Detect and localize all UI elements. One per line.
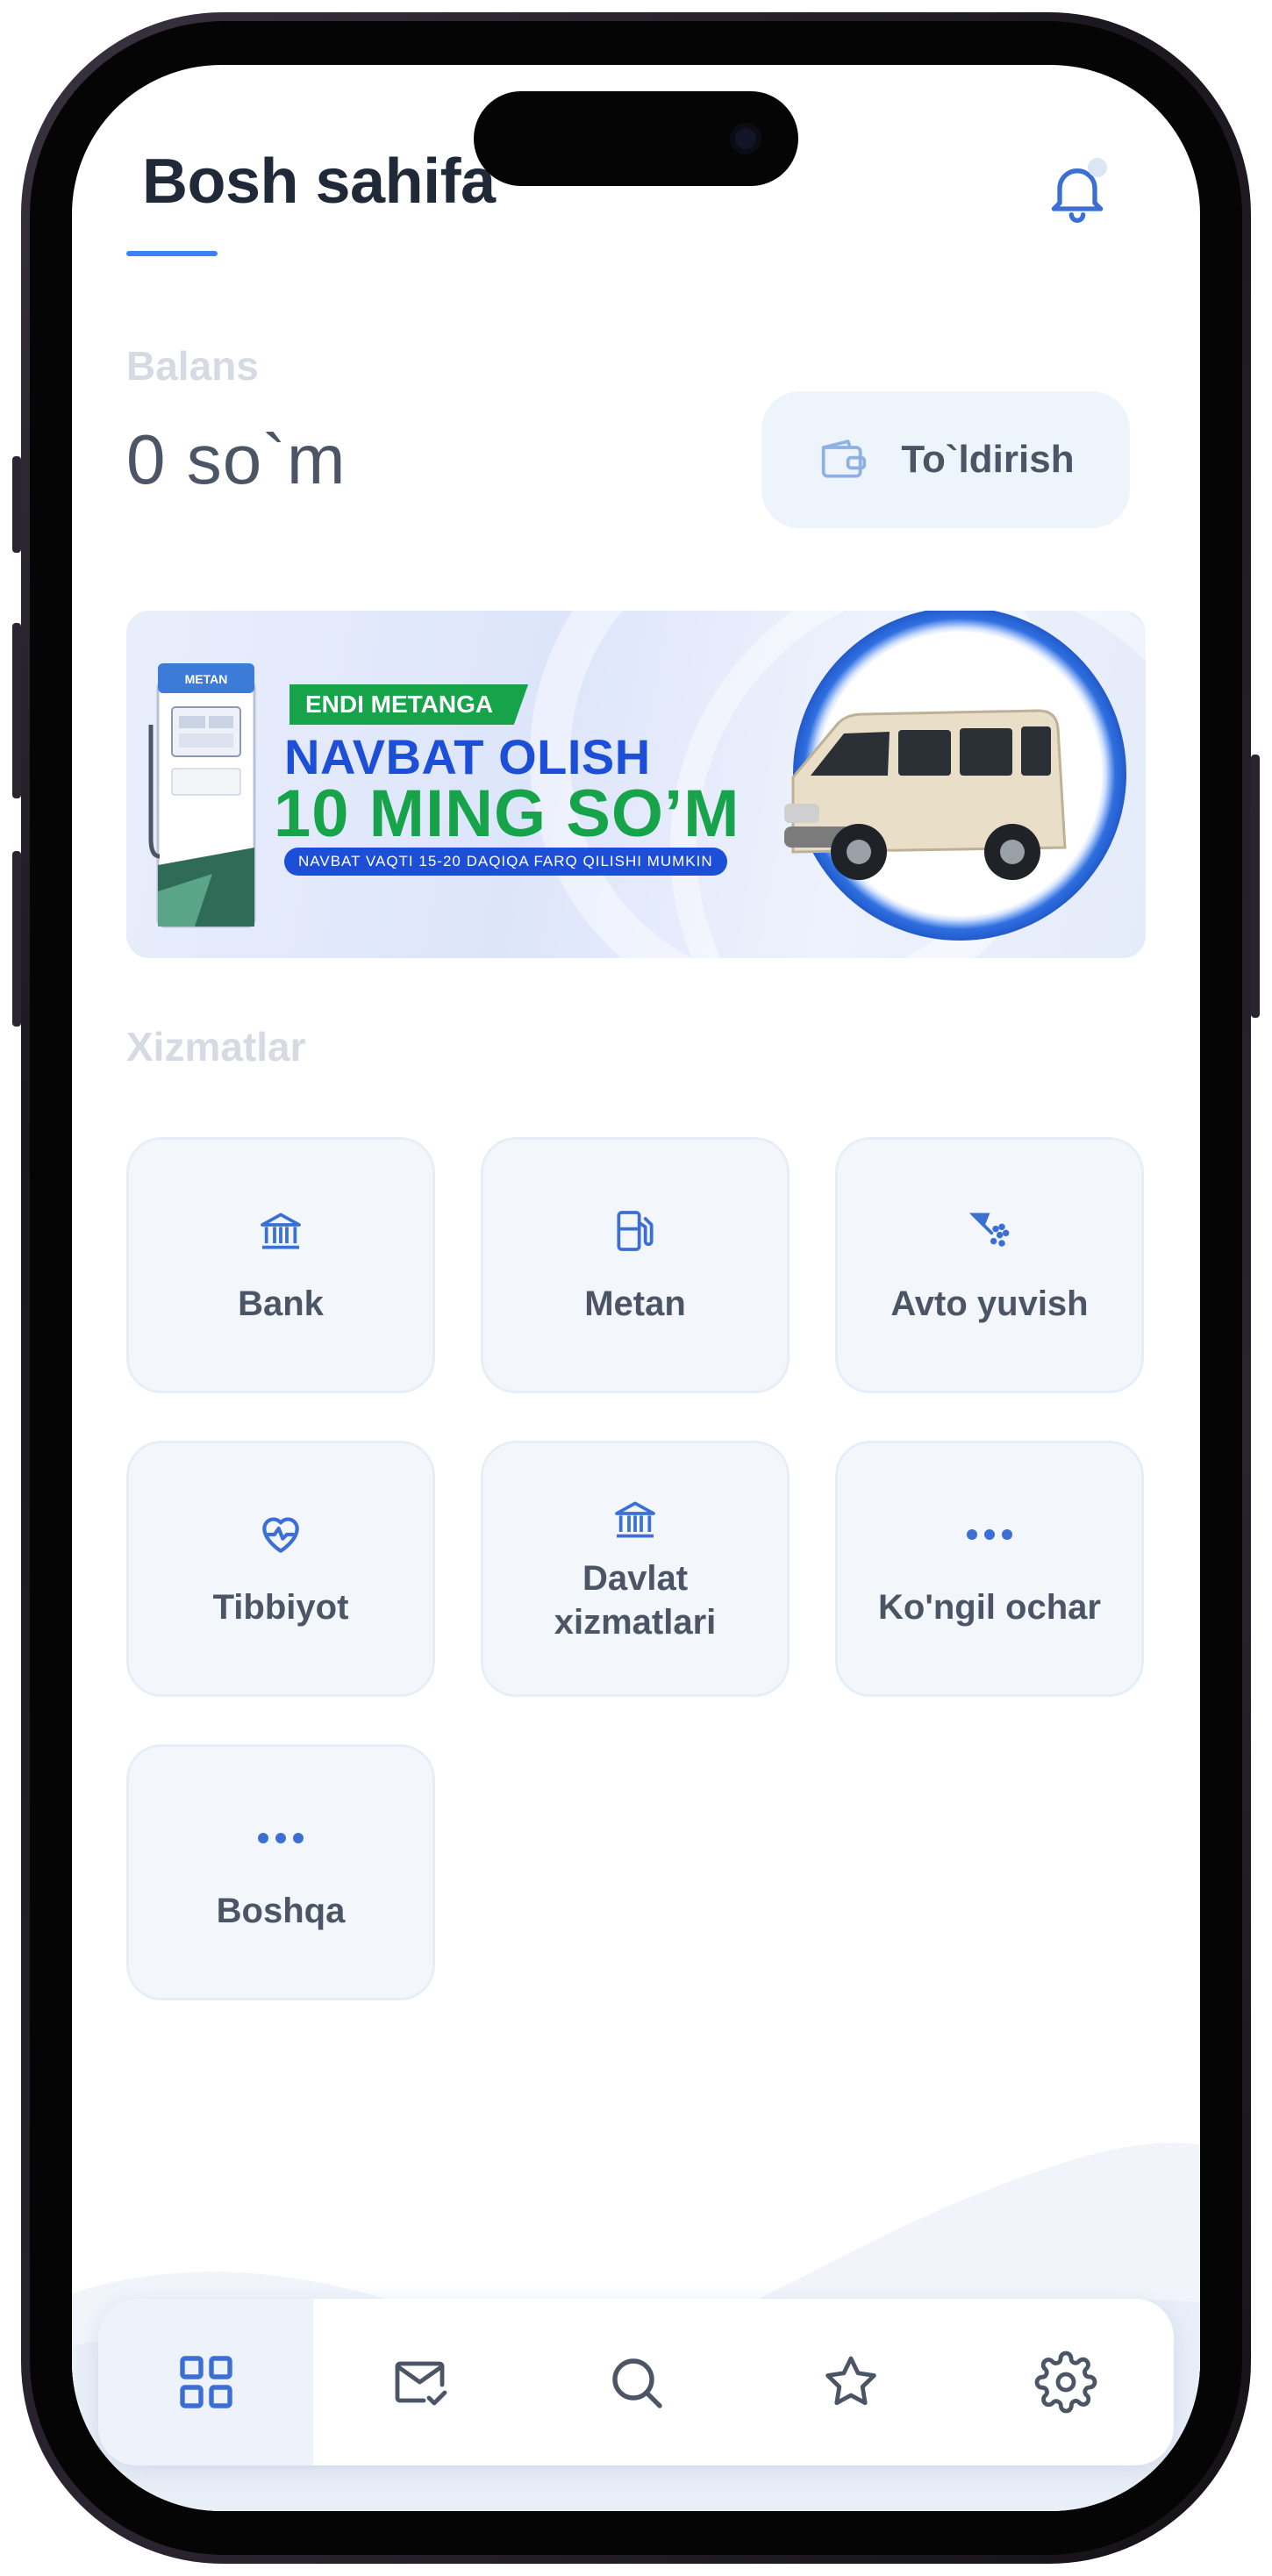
camera-icon [730,123,761,154]
service-metan[interactable]: Metan [481,1137,790,1393]
promo-banner[interactable]: METAN ENDI METANGA NAVBAT OLISH 10 MING … [126,611,1146,958]
side-button-volume-down [12,851,21,1027]
fuel-pump-illustration: METAN [148,663,256,928]
notification-dot [1088,158,1107,177]
service-car-wash[interactable]: Avto yuvish [835,1137,1144,1393]
banner-price: 10 MING SO’M [274,776,740,851]
service-label: Avto yuvish [890,1284,1089,1323]
page-title: Bosh sahifa [142,147,496,217]
star-icon [825,2356,876,2406]
van-illustration [784,709,1067,880]
service-label: Boshqa [216,1892,346,1930]
nav-home[interactable] [98,2299,313,2465]
service-bank[interactable]: Bank [126,1137,435,1393]
side-button-mute [12,456,21,553]
topup-label: To`ldirish [901,438,1075,481]
bottom-navigation [98,2299,1174,2465]
bank-icon [254,1205,307,1257]
service-label: Metan [584,1284,686,1323]
title-underline [126,251,218,256]
grid-icon [179,2356,232,2408]
side-button-volume-up [12,623,21,798]
more-dots-icon [963,1508,1016,1561]
topup-button[interactable]: To`ldirish [761,391,1130,528]
service-entertainment[interactable]: Ko'ngil ochar [835,1441,1144,1697]
mail-check-icon [395,2361,447,2406]
car-wash-icon [963,1205,1016,1257]
more-dots-icon [254,1812,307,1864]
banner-tag: ENDI METANGA [289,684,529,725]
service-other[interactable]: Boshqa [126,1744,435,2000]
balance-value: 0 so`m [126,420,347,498]
search-icon [611,2358,662,2408]
service-label: Tibbiyot [212,1588,349,1627]
service-label: Bank [238,1284,324,1323]
nav-search[interactable] [528,2299,743,2465]
heart-pulse-icon [254,1508,307,1561]
service-label: Davlat xizmatlari [554,1559,717,1642]
banner-note: NAVBAT VAQTI 15-20 DAQIQA FARQ QILISHI M… [284,848,727,876]
side-button-power [1251,755,1260,1018]
service-medicine[interactable]: Tibbiyot [126,1441,435,1697]
service-label: Ko'ngil ochar [878,1588,1101,1627]
notifications-button[interactable] [1042,156,1112,226]
bank-icon [609,1493,661,1546]
nav-messages[interactable] [313,2299,528,2465]
services-title: Xizmatlar [126,1024,306,1070]
service-government[interactable]: Davlat xizmatlari [481,1441,790,1697]
dynamic-island [474,91,798,186]
fuel-pump-icon [609,1205,661,1257]
nav-settings[interactable] [958,2299,1173,2465]
balance-label: Balans [126,343,259,389]
app-screen: Bosh sahifa Balans 0 so`m To`ldirish MET… [72,65,1200,2511]
nav-favorites[interactable] [743,2299,958,2465]
wallet-icon [822,440,867,478]
gear-icon [1034,2351,1097,2414]
pump-label: METAN [185,672,228,686]
